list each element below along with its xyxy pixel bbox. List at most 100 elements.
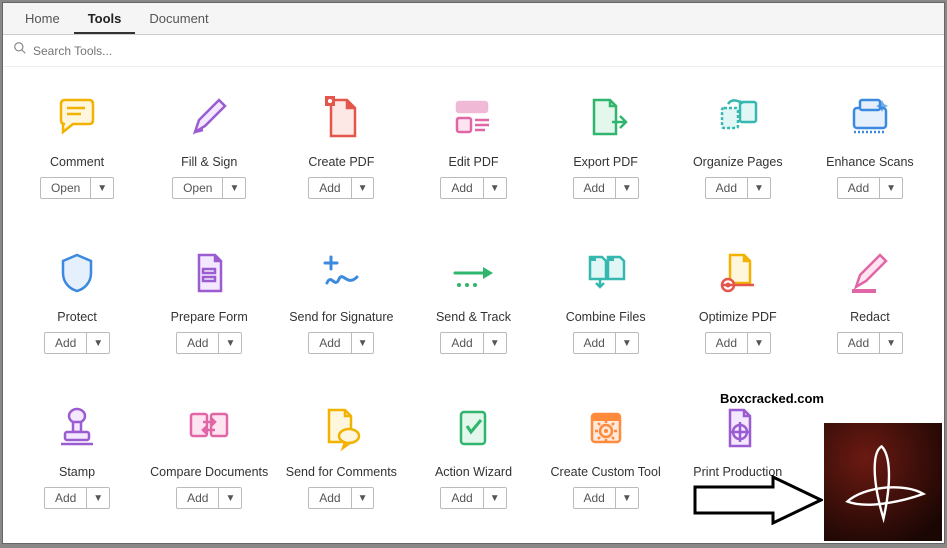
fill-sign-icon bbox=[179, 89, 239, 147]
add-button[interactable]: Add bbox=[573, 487, 616, 509]
add-button[interactable]: Add bbox=[44, 487, 87, 509]
tool-label: Prepare Form bbox=[171, 310, 248, 324]
tool-redact[interactable]: RedactAdd▼ bbox=[804, 240, 936, 395]
tool-action-group: Add▼ bbox=[308, 332, 374, 354]
send-for-comments-icon bbox=[311, 399, 371, 457]
dropdown-button[interactable]: ▼ bbox=[880, 177, 903, 199]
tool-compare-documents[interactable]: Compare Documents Add▼ bbox=[143, 395, 275, 543]
tool-action-group: Add▼ bbox=[837, 332, 903, 354]
tool-action-group: Open▼ bbox=[40, 177, 114, 199]
tool-label: Create PDF bbox=[308, 155, 374, 169]
dropdown-button[interactable]: ▼ bbox=[352, 177, 375, 199]
comment-icon bbox=[47, 89, 107, 147]
tab-tools[interactable]: Tools bbox=[74, 3, 136, 34]
tool-action-group: Add▼ bbox=[44, 487, 110, 509]
open-button[interactable]: Open bbox=[40, 177, 91, 199]
enhance-scans-icon bbox=[840, 89, 900, 147]
dropdown-button[interactable]: ▼ bbox=[616, 487, 639, 509]
dropdown-button[interactable]: ▼ bbox=[748, 177, 771, 199]
add-button[interactable]: Add bbox=[705, 332, 748, 354]
dropdown-button[interactable]: ▼ bbox=[352, 487, 375, 509]
add-button[interactable]: Add bbox=[440, 177, 483, 199]
tool-send-track[interactable]: Send & TrackAdd▼ bbox=[407, 240, 539, 395]
compare-documents-icon bbox=[179, 399, 239, 457]
tab-bar: Home Tools Document bbox=[3, 3, 944, 35]
add-button[interactable]: Add bbox=[573, 332, 616, 354]
add-button[interactable]: Add bbox=[440, 332, 483, 354]
acrobat-logo bbox=[824, 423, 942, 541]
add-button[interactable]: Add bbox=[308, 487, 351, 509]
tool-action-group: Add▼ bbox=[176, 487, 242, 509]
dropdown-button[interactable]: ▼ bbox=[484, 487, 507, 509]
tool-label: Edit PDF bbox=[448, 155, 498, 169]
dropdown-button[interactable]: ▼ bbox=[352, 332, 375, 354]
dropdown-button[interactable]: ▼ bbox=[748, 332, 771, 354]
tab-home[interactable]: Home bbox=[11, 3, 74, 34]
tool-comment[interactable]: Comment Open▼ bbox=[11, 85, 143, 240]
add-button[interactable]: Add bbox=[308, 332, 351, 354]
tool-label: Comment bbox=[50, 155, 104, 169]
tool-combine-files[interactable]: Combine Files Add▼ bbox=[540, 240, 672, 395]
tool-export-pdf[interactable]: Export PDFAdd▼ bbox=[540, 85, 672, 240]
redact-icon bbox=[840, 244, 900, 302]
dropdown-button[interactable]: ▼ bbox=[91, 177, 114, 199]
tool-action-group: Add▼ bbox=[308, 177, 374, 199]
arrow-annotation bbox=[693, 475, 823, 530]
tool-action-group: Add▼ bbox=[837, 177, 903, 199]
tool-action-group: Add▼ bbox=[705, 332, 771, 354]
tool-action-group: Add▼ bbox=[176, 332, 242, 354]
tool-organize-pages[interactable]: Organize Pages Add▼ bbox=[672, 85, 804, 240]
send-track-icon bbox=[443, 244, 503, 302]
tool-send-for-signature[interactable]: Send for SignatureAdd▼ bbox=[275, 240, 407, 395]
tool-protect[interactable]: ProtectAdd▼ bbox=[11, 240, 143, 395]
add-button[interactable]: Add bbox=[176, 487, 219, 509]
tool-action-group: Add▼ bbox=[44, 332, 110, 354]
tool-fill-sign[interactable]: Fill & SignOpen▼ bbox=[143, 85, 275, 240]
add-button[interactable]: Add bbox=[440, 487, 483, 509]
dropdown-button[interactable]: ▼ bbox=[880, 332, 903, 354]
add-button[interactable]: Add bbox=[837, 332, 880, 354]
dropdown-button[interactable]: ▼ bbox=[616, 332, 639, 354]
prepare-form-icon bbox=[179, 244, 239, 302]
dropdown-button[interactable]: ▼ bbox=[87, 332, 110, 354]
tool-action-wizard[interactable]: Action Wizard Add▼ bbox=[407, 395, 539, 543]
tool-label: Action Wizard bbox=[435, 465, 512, 479]
tool-stamp[interactable]: StampAdd▼ bbox=[11, 395, 143, 543]
watermark-text: Boxcracked.com bbox=[720, 391, 824, 406]
stamp-icon bbox=[47, 399, 107, 457]
tool-edit-pdf[interactable]: Edit PDF Add▼ bbox=[407, 85, 539, 240]
tool-label: Send for Comments bbox=[286, 465, 397, 479]
combine-files-icon bbox=[576, 244, 636, 302]
add-button[interactable]: Add bbox=[705, 177, 748, 199]
tool-label: Organize Pages bbox=[693, 155, 783, 169]
search-bar bbox=[3, 35, 944, 67]
add-button[interactable]: Add bbox=[837, 177, 880, 199]
tool-send-for-comments[interactable]: Send for Comments Add▼ bbox=[275, 395, 407, 543]
add-button[interactable]: Add bbox=[573, 177, 616, 199]
dropdown-button[interactable]: ▼ bbox=[219, 487, 242, 509]
tool-optimize-pdf[interactable]: Optimize PDFAdd▼ bbox=[672, 240, 804, 395]
tool-label: Compare Documents bbox=[150, 465, 268, 479]
dropdown-button[interactable]: ▼ bbox=[219, 332, 242, 354]
tool-enhance-scans[interactable]: Enhance Scans Add▼ bbox=[804, 85, 936, 240]
tool-create-custom-tool[interactable]: Create Custom Tool Add▼ bbox=[540, 395, 672, 543]
add-button[interactable]: Add bbox=[176, 332, 219, 354]
tool-create-pdf[interactable]: Create PDF Add▼ bbox=[275, 85, 407, 240]
dropdown-button[interactable]: ▼ bbox=[484, 332, 507, 354]
tool-prepare-form[interactable]: Prepare Form Add▼ bbox=[143, 240, 275, 395]
search-input[interactable] bbox=[33, 44, 934, 58]
tool-label: Enhance Scans bbox=[826, 155, 914, 169]
open-button[interactable]: Open bbox=[172, 177, 223, 199]
tools-grid: CommentOpen▼Fill & SignOpen▼Create PDFAd… bbox=[3, 67, 944, 543]
tool-label: Combine Files bbox=[566, 310, 646, 324]
dropdown-button[interactable]: ▼ bbox=[223, 177, 246, 199]
tool-label: Create Custom Tool bbox=[551, 465, 661, 479]
add-button[interactable]: Add bbox=[44, 332, 87, 354]
app-window: Home Tools Document CommentOpen▼Fill & S… bbox=[2, 2, 945, 544]
add-button[interactable]: Add bbox=[308, 177, 351, 199]
action-wizard-icon bbox=[443, 399, 503, 457]
dropdown-button[interactable]: ▼ bbox=[87, 487, 110, 509]
tab-document[interactable]: Document bbox=[135, 3, 222, 34]
dropdown-button[interactable]: ▼ bbox=[484, 177, 507, 199]
dropdown-button[interactable]: ▼ bbox=[616, 177, 639, 199]
